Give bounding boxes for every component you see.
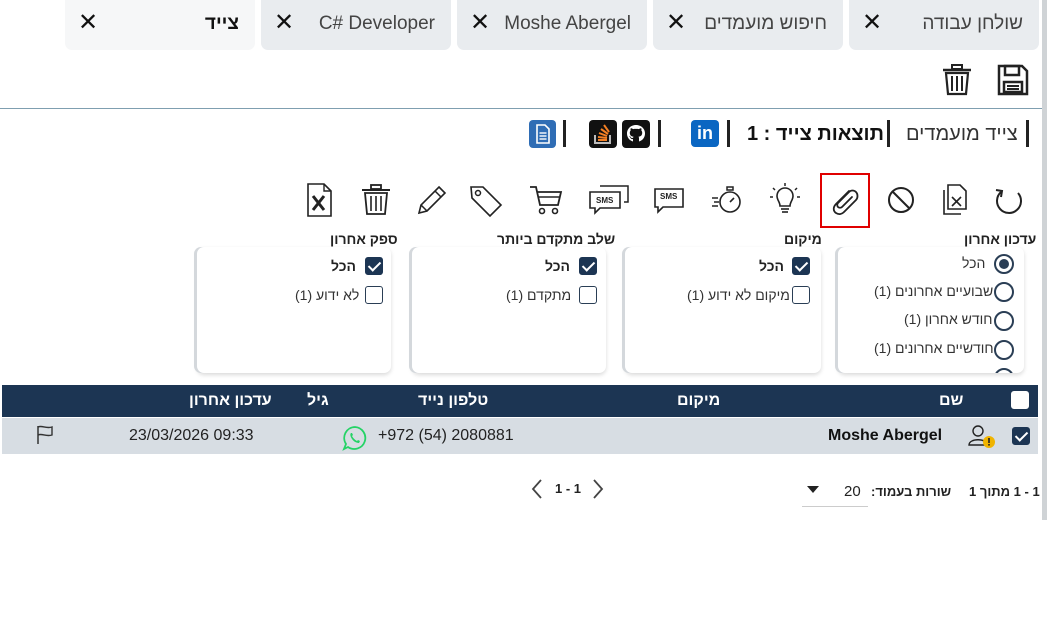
paperclip-icon [832, 189, 859, 215]
tab-csharp-developer[interactable]: C# Developer ✕ [261, 0, 451, 50]
title-separator [1026, 120, 1029, 147]
filter-option-label: חודש אחרון (1) [904, 311, 993, 327]
filter-title-stage: שלב מתקדם ביותר [497, 231, 616, 247]
title-separator [658, 120, 661, 147]
filter-panel-last-update[interactable]: הכל שבועיים אחרונים (1) חודש אחרון (1) ח… [838, 247, 1024, 373]
column-header-mobile[interactable]: טלפון נייד [418, 392, 488, 410]
candidate-warning-icon[interactable] [967, 423, 997, 449]
column-header-last-update[interactable]: עדכון אחרון [189, 392, 272, 410]
filter-option-label: מתקדם (1) [506, 287, 572, 303]
trash-icon[interactable] [941, 63, 973, 97]
document-icon[interactable] [529, 120, 556, 148]
pagination-range: 1 - 1 מתוך 1 [969, 484, 1040, 499]
excel-icon[interactable] [304, 182, 334, 218]
tab-label: שולחן עבודה [922, 13, 1023, 34]
stackoverflow-icon[interactable] [589, 120, 617, 148]
close-document-icon[interactable] [939, 182, 971, 218]
linkedin-icon[interactable]: in [691, 120, 719, 147]
tab-label: C# Developer [318, 13, 435, 34]
filter-panel-supplier[interactable]: הכל לא ידוע (1) [197, 247, 391, 373]
filter-option-label: הכל [545, 258, 570, 274]
page-indicator: 1 - 1 [555, 481, 582, 496]
close-icon[interactable]: ✕ [861, 11, 883, 35]
tab-workspace[interactable]: שולחן עבודה ✕ [849, 0, 1039, 50]
tab-hunter[interactable]: צייד ✕ [65, 0, 255, 50]
column-header-age[interactable]: גיל [307, 392, 329, 410]
filter-option-label: חודשיים אחרונים (1) [874, 340, 994, 356]
paperclip-button[interactable] [820, 173, 870, 228]
tab-label: חיפוש מועמדים [704, 13, 827, 34]
filter-option-label: שבועיים אחרונים (1) [874, 283, 994, 299]
tab-candidate-search[interactable]: חיפוש מועמדים ✕ [653, 0, 843, 50]
checkbox-advanced[interactable] [579, 286, 597, 304]
trash-icon[interactable] [360, 183, 392, 217]
filter-title-location: מיקום [784, 231, 822, 247]
vertical-scrollbar[interactable] [1042, 0, 1047, 520]
cart-icon[interactable] [528, 183, 564, 217]
lightbulb-icon[interactable] [768, 182, 802, 218]
rows-per-page-value: 20 [844, 483, 861, 500]
whatsapp-icon[interactable] [342, 425, 368, 451]
chevron-down-icon [807, 486, 819, 493]
sms-label: SMS [596, 196, 614, 205]
next-page-icon[interactable] [590, 478, 606, 500]
pencil-icon[interactable] [415, 183, 449, 217]
filter-panel-location[interactable]: הכל מיקום לא ידוע (1) [625, 247, 821, 373]
page-title: צייד מועמדים [906, 123, 1018, 145]
radio-two-weeks[interactable] [994, 282, 1014, 302]
close-icon[interactable]: ✕ [665, 11, 687, 35]
close-icon[interactable]: ✕ [273, 11, 295, 35]
results-count: תוצאות צייד : 1 [747, 123, 884, 145]
filter-option-label: הכל [759, 258, 784, 274]
radio-last-month[interactable] [994, 311, 1014, 331]
tag-icon[interactable] [468, 183, 504, 219]
filter-option-label: לא ידוע (1) [295, 287, 360, 303]
close-icon[interactable]: ✕ [469, 11, 491, 35]
checkbox-all[interactable] [792, 257, 810, 275]
rows-per-page-select[interactable]: 20 [802, 476, 868, 507]
sms-multiple-icon[interactable]: SMS [588, 185, 630, 215]
close-icon[interactable]: ✕ [77, 11, 99, 35]
title-separator [563, 120, 566, 147]
title-separator [887, 120, 890, 147]
checkbox-unknown-supplier[interactable] [365, 286, 383, 304]
refresh-icon[interactable] [992, 183, 1026, 217]
radio-two-months[interactable] [994, 340, 1014, 360]
filter-title-supplier: ספק אחרון [330, 231, 398, 247]
flag-icon[interactable] [34, 424, 56, 446]
filter-panel-stage[interactable]: הכל מתקדם (1) [412, 247, 606, 373]
table-row[interactable]: Moshe Abergel +972 (54) 2080881 23/03/20… [2, 418, 1038, 454]
table-header: שם מיקום טלפון נייד גיל עדכון אחרון [2, 385, 1038, 417]
filter-title-last-update: עדכון אחרון [964, 231, 1037, 247]
row-checkbox[interactable] [1012, 427, 1030, 445]
select-all-checkbox[interactable] [1011, 391, 1029, 409]
filter-option-label: הכל [962, 255, 986, 271]
block-icon[interactable] [886, 185, 916, 215]
sms-icon[interactable]: SMS [653, 187, 685, 214]
github-icon[interactable] [622, 120, 650, 148]
previous-page-icon[interactable] [529, 478, 545, 500]
stopwatch-icon[interactable] [710, 182, 746, 218]
tab-label: Moshe Abergel [504, 13, 631, 34]
candidate-last-update: 23/03/2026 09:33 [129, 427, 254, 444]
tab-label: צייד [204, 13, 239, 34]
candidate-phone[interactable]: +972 (54) 2080881 [378, 427, 514, 445]
sms-label: SMS [660, 192, 678, 201]
candidate-name[interactable]: Moshe Abergel [828, 427, 942, 445]
save-icon[interactable] [996, 63, 1030, 97]
header-divider [0, 108, 1047, 109]
rows-per-page-label: שורות בעמוד: [871, 484, 952, 499]
checkbox-all[interactable] [365, 257, 383, 275]
filter-option-label: מיקום לא ידוע (1) [687, 287, 790, 303]
checkbox-unknown-location[interactable] [792, 286, 810, 304]
column-header-name[interactable]: שם [939, 392, 963, 410]
title-separator [727, 120, 730, 147]
radio-all[interactable] [994, 254, 1014, 274]
radio-more[interactable] [994, 368, 1014, 373]
tab-moshe-abergel[interactable]: Moshe Abergel ✕ [457, 0, 647, 50]
checkbox-all[interactable] [579, 257, 597, 275]
column-header-location[interactable]: מיקום [677, 392, 720, 410]
filter-option-label: הכל [331, 258, 356, 274]
